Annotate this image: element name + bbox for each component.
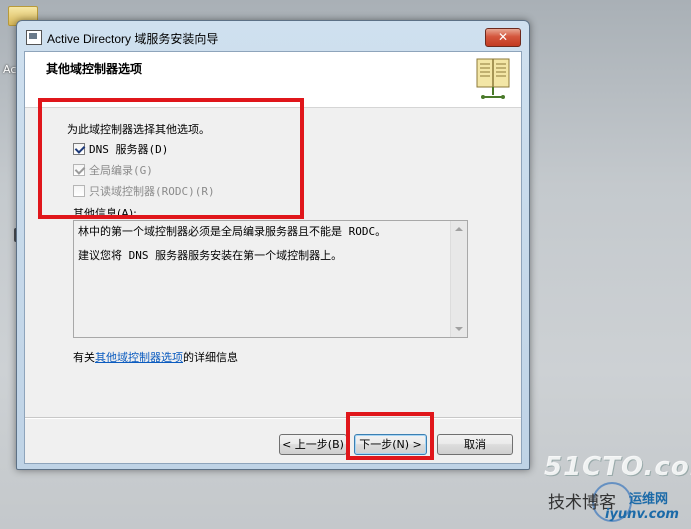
more-info-link[interactable]: 其他域控制器选项 [95,351,183,364]
watermark-url: iyunv.com [605,507,679,522]
book-icon [476,58,510,99]
scroll-up-arrow-icon[interactable] [455,227,463,231]
more-info-text: 有关其他域控制器选项的详细信息 [73,349,238,365]
more-info-suffix: 的详细信息 [183,351,238,364]
page-title: 其他域控制器选项 [46,62,143,76]
info-line-2: 建议您将 DNS 服务器服务安装在第一个域控制器上。 [78,249,343,262]
cancel-button[interactable]: 取消 [437,434,513,455]
close-button[interactable]: ✕ [485,28,521,47]
desktop-label: Ac [3,63,17,76]
watermark-site: 51CTO.com [544,452,691,482]
button-separator [25,417,521,419]
info-scrollbar[interactable] [450,221,467,337]
additional-info-box[interactable]: 林中的第一个域控制器必须是全局编录服务器且不能是 RODC。 建议您将 DNS … [73,220,468,338]
annotation-box-next [346,412,434,460]
window-title: Active Directory 域服务安装向导 [47,32,219,46]
scroll-down-arrow-icon[interactable] [455,327,463,331]
wizard-window: Active Directory 域服务安装向导 ✕ 其他域控制器选项 为此域控… [16,20,530,470]
back-button[interactable]: < 上一步(B) [279,434,347,455]
annotation-box-options [38,98,304,219]
info-line-1: 林中的第一个域控制器必须是全局编录服务器且不能是 RODC。 [78,225,387,238]
window-app-icon [26,30,42,45]
watermark-yunwei: 运维网 [629,492,669,507]
title-bar[interactable]: Active Directory 域服务安装向导 ✕ [17,21,529,51]
more-info-prefix: 有关 [73,351,95,364]
